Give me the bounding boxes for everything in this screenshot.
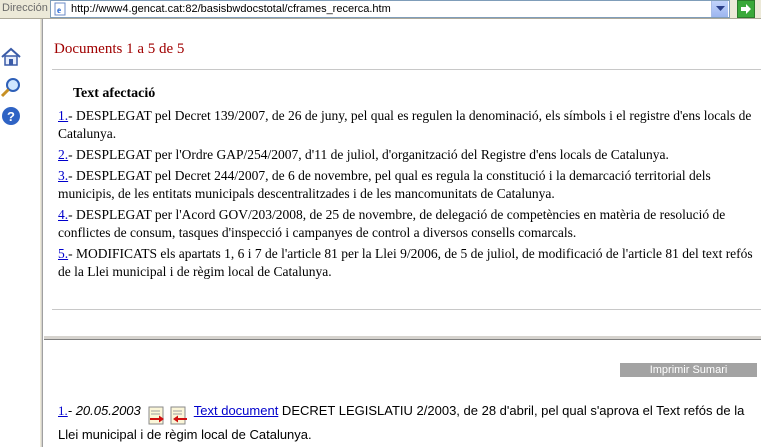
entry-text: - DESPLEGAT pel Decret 139/2007, de 26 d…: [58, 108, 752, 141]
document-arrow-left-icon[interactable]: [169, 406, 189, 426]
list-item: 1.- DESPLEGAT pel Decret 139/2007, de 26…: [58, 107, 758, 143]
print-summary-button[interactable]: Imprimir Sumari: [620, 363, 757, 377]
affectation-list: 1.- DESPLEGAT pel Decret 139/2007, de 26…: [58, 107, 758, 284]
list-item: 3.- DESPLEGAT pel Decret 244/2007, de 6 …: [58, 167, 758, 203]
entry-text: - DESPLEGAT per l'Acord GOV/203/2008, de…: [58, 207, 726, 240]
summary-frame: Imprimir Sumari 1.- 20.05.2003 Text docu…: [44, 340, 761, 447]
arrow-right-icon: [741, 4, 751, 14]
list-item: 2.- DESPLEGAT per l'Ordre GAP/254/2007, …: [58, 146, 758, 164]
home-icon[interactable]: [0, 46, 22, 68]
list-item: 5.- MODIFICATS els apartats 1, 6 i 7 de …: [58, 245, 758, 281]
address-input[interactable]: e http://www4.gencat.cat:82/basisbwdocst…: [50, 0, 730, 18]
results-frame: Documents 1 a 5 de 5 Text afectació 1.- …: [44, 19, 761, 335]
documents-count: Documents 1 a 5 de 5: [54, 41, 185, 57]
list-item: 4.- DESPLEGAT per l'Acord GOV/203/2008, …: [58, 206, 758, 242]
divider-bottom: [52, 309, 761, 310]
left-toolbar: ?: [0, 19, 40, 447]
entry-link[interactable]: 3.: [58, 168, 68, 183]
address-dropdown-button[interactable]: [711, 1, 728, 17]
entry-text: - MODIFICATS els apartats 1, 6 i 7 de l'…: [58, 246, 753, 279]
summary-result: 1.- 20.05.2003 Text document DECRET LEGI…: [58, 402, 758, 444]
divider-top: [52, 69, 761, 70]
address-label: Dirección: [2, 2, 48, 14]
text-document-link[interactable]: Text document: [194, 403, 279, 418]
affectation-heading: Text afectació: [73, 86, 156, 101]
left-frame-separator[interactable]: [40, 19, 43, 447]
help-icon[interactable]: ?: [0, 105, 22, 127]
entry-link[interactable]: 5.: [58, 246, 68, 261]
document-arrow-right-icon[interactable]: [147, 406, 167, 426]
address-bar: Dirección e http://www4.gencat.cat:82/ba…: [0, 0, 761, 19]
address-url[interactable]: http://www4.gencat.cat:82/basisbwdocstot…: [71, 3, 391, 15]
chevron-down-icon: [715, 6, 725, 11]
search-icon[interactable]: [0, 77, 22, 99]
entry-link[interactable]: 4.: [58, 207, 68, 222]
entry-text: - DESPLEGAT per l'Ordre GAP/254/2007, d'…: [68, 147, 669, 162]
svg-text:?: ?: [7, 109, 15, 124]
entry-text: - DESPLEGAT pel Decret 244/2007, de 6 de…: [58, 168, 711, 201]
result-icons: [147, 406, 191, 426]
ie-page-icon: e: [54, 2, 66, 16]
result-number-link[interactable]: 1.: [58, 403, 68, 418]
svg-text:e: e: [57, 5, 61, 15]
result-date: - 20.05.2003: [67, 403, 141, 418]
go-button[interactable]: [737, 0, 755, 18]
entry-link[interactable]: 2.: [58, 147, 68, 162]
entry-link[interactable]: 1.: [58, 108, 68, 123]
